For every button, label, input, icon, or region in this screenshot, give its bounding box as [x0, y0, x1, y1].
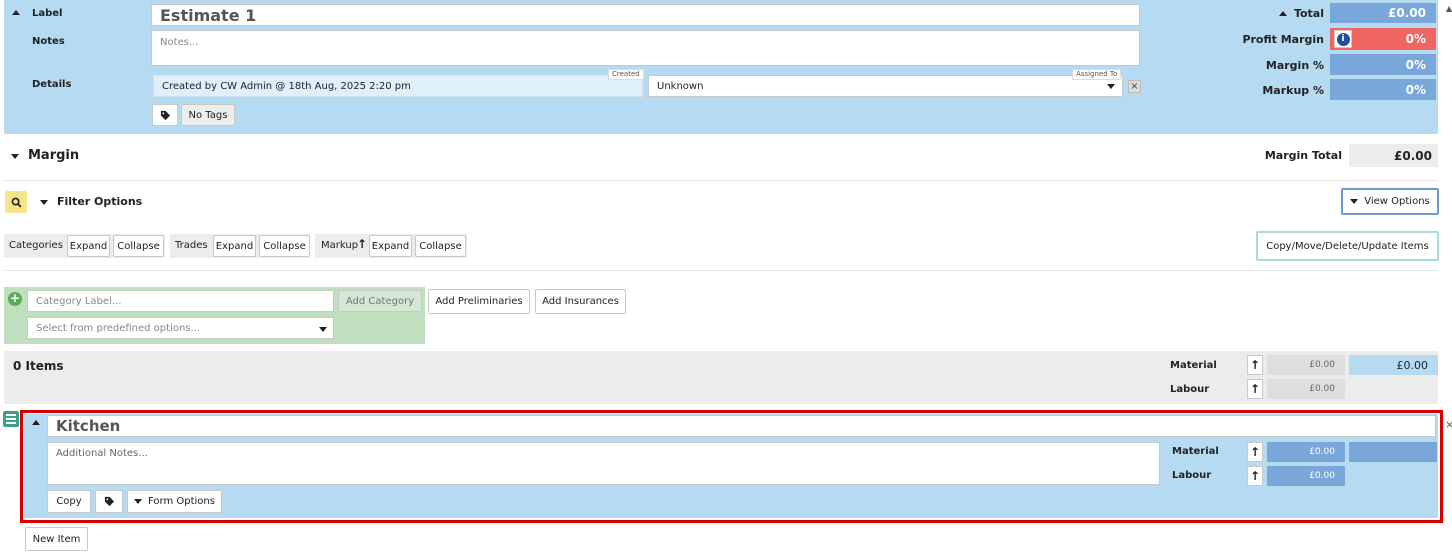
scroll-up-icon[interactable]: ▲	[1446, 4, 1452, 13]
summary-material-label: Material	[1170, 360, 1217, 371]
total-value: £0.00	[1330, 3, 1436, 23]
plus-icon[interactable]: +	[8, 292, 22, 306]
category-label-input[interactable]: Category Label...	[27, 290, 334, 312]
divider	[4, 180, 1438, 181]
drag-handle-icon[interactable]	[3, 411, 19, 427]
search-button[interactable]	[5, 191, 27, 213]
divider	[4, 270, 1438, 271]
details-title: Details	[32, 79, 72, 90]
categories-label: Categories	[9, 240, 63, 251]
items-count: 0 Items	[13, 359, 64, 373]
label-title: Label	[32, 8, 63, 19]
kitchen-material-label: Material	[1172, 446, 1219, 457]
no-tags-button[interactable]: No Tags	[181, 104, 235, 126]
margin-pct-label: Margin %	[1265, 59, 1324, 72]
items-summary-bar	[4, 351, 1438, 404]
margin-toggle-icon[interactable]	[11, 154, 19, 159]
trades-expand-button[interactable]: Expand	[213, 235, 256, 257]
notes-input[interactable]: Notes...	[151, 30, 1140, 66]
kitchen-material-value: £0.00	[1267, 442, 1345, 462]
margin-total-label: Margin Total	[1264, 149, 1342, 162]
kitchen-notes-input[interactable]: Additional Notes...	[47, 442, 1160, 485]
categories-expand-button[interactable]: Expand	[67, 235, 110, 257]
predefined-options-select[interactable]: Select from predefined options...	[27, 317, 334, 339]
kitchen-labour-markup-icon[interactable]: ↑	[1247, 466, 1263, 486]
created-badge: Created	[608, 69, 644, 80]
kitchen-material-markup-icon[interactable]: ↑	[1247, 442, 1263, 462]
trades-label: Trades	[175, 240, 208, 251]
categories-collapse-button[interactable]: Collapse	[113, 235, 164, 257]
notes-title: Notes	[32, 36, 65, 47]
label-input[interactable]: Estimate 1	[151, 4, 1140, 26]
tag-icon	[160, 110, 170, 120]
filter-options-title[interactable]: Filter Options	[57, 195, 142, 208]
trades-collapse-button[interactable]: Collapse	[259, 235, 310, 257]
summary-labour-label: Labour	[1170, 384, 1210, 395]
view-options-button[interactable]: View Options	[1341, 188, 1439, 215]
summary-material-value: £0.00	[1267, 355, 1345, 375]
collapse-totals-icon[interactable]	[1279, 11, 1287, 16]
summary-material-total: £0.00	[1349, 355, 1438, 375]
form-options-arrow-icon	[134, 499, 143, 504]
kitchen-tag-button[interactable]	[95, 490, 123, 513]
kitchen-form-options-button[interactable]: Form Options	[127, 490, 222, 513]
kitchen-material-total	[1349, 442, 1437, 462]
kitchen-copy-button[interactable]: Copy	[47, 490, 91, 513]
collapse-header-icon[interactable]	[12, 10, 20, 15]
markup-pct-label: Markup %	[1262, 84, 1324, 97]
add-preliminaries-button[interactable]: Add Preliminaries	[428, 289, 530, 314]
new-item-button[interactable]: New Item	[25, 527, 88, 551]
search-icon	[11, 197, 22, 208]
kitchen-labour-value: £0.00	[1267, 466, 1345, 486]
view-options-arrow-icon	[1350, 199, 1359, 204]
tag-icon	[104, 496, 114, 507]
info-icon[interactable]: i	[1334, 30, 1352, 48]
summary-material-markup-icon[interactable]: ↑	[1247, 355, 1263, 375]
dropdown-arrow-icon	[1107, 84, 1115, 89]
margin-total-value: £0.00	[1349, 144, 1438, 167]
total-label: Total	[1293, 7, 1324, 20]
markup-collapse-button[interactable]: Collapse	[415, 235, 466, 257]
copy-move-delete-update-button[interactable]: Copy/Move/Delete/Update Items	[1256, 231, 1439, 261]
dropdown-arrow-icon	[319, 327, 327, 332]
summary-labour-value: £0.00	[1267, 379, 1345, 399]
clear-assigned-icon[interactable]: ×	[1128, 80, 1141, 93]
created-field: Created by CW Admin @ 18th Aug, 2025 2:2…	[153, 75, 643, 97]
kitchen-labour-label: Labour	[1172, 470, 1212, 481]
kitchen-title-input[interactable]: Kitchen	[47, 415, 1436, 437]
assigned-badge: Assigned To	[1072, 69, 1122, 80]
close-category-icon[interactable]: ×	[1445, 418, 1452, 431]
markup-label: Markup	[321, 240, 359, 251]
markup-arrow-icon: ↑	[357, 237, 368, 251]
assigned-to-select[interactable]: Unknown	[648, 75, 1123, 97]
add-category-button[interactable]: Add Category	[338, 290, 422, 312]
summary-labour-markup-icon[interactable]: ↑	[1247, 379, 1263, 399]
markup-expand-button[interactable]: Expand	[369, 235, 412, 257]
markup-pct-value: 0%	[1330, 79, 1436, 100]
margin-pct-value: 0%	[1330, 54, 1436, 75]
kitchen-collapse-icon[interactable]	[32, 420, 40, 425]
margin-title[interactable]: Margin	[28, 148, 79, 163]
filter-toggle-icon[interactable]	[40, 200, 48, 205]
add-insurances-button[interactable]: Add Insurances	[535, 289, 626, 314]
profit-margin-label: Profit Margin	[1242, 33, 1324, 46]
tag-button[interactable]	[152, 104, 178, 126]
